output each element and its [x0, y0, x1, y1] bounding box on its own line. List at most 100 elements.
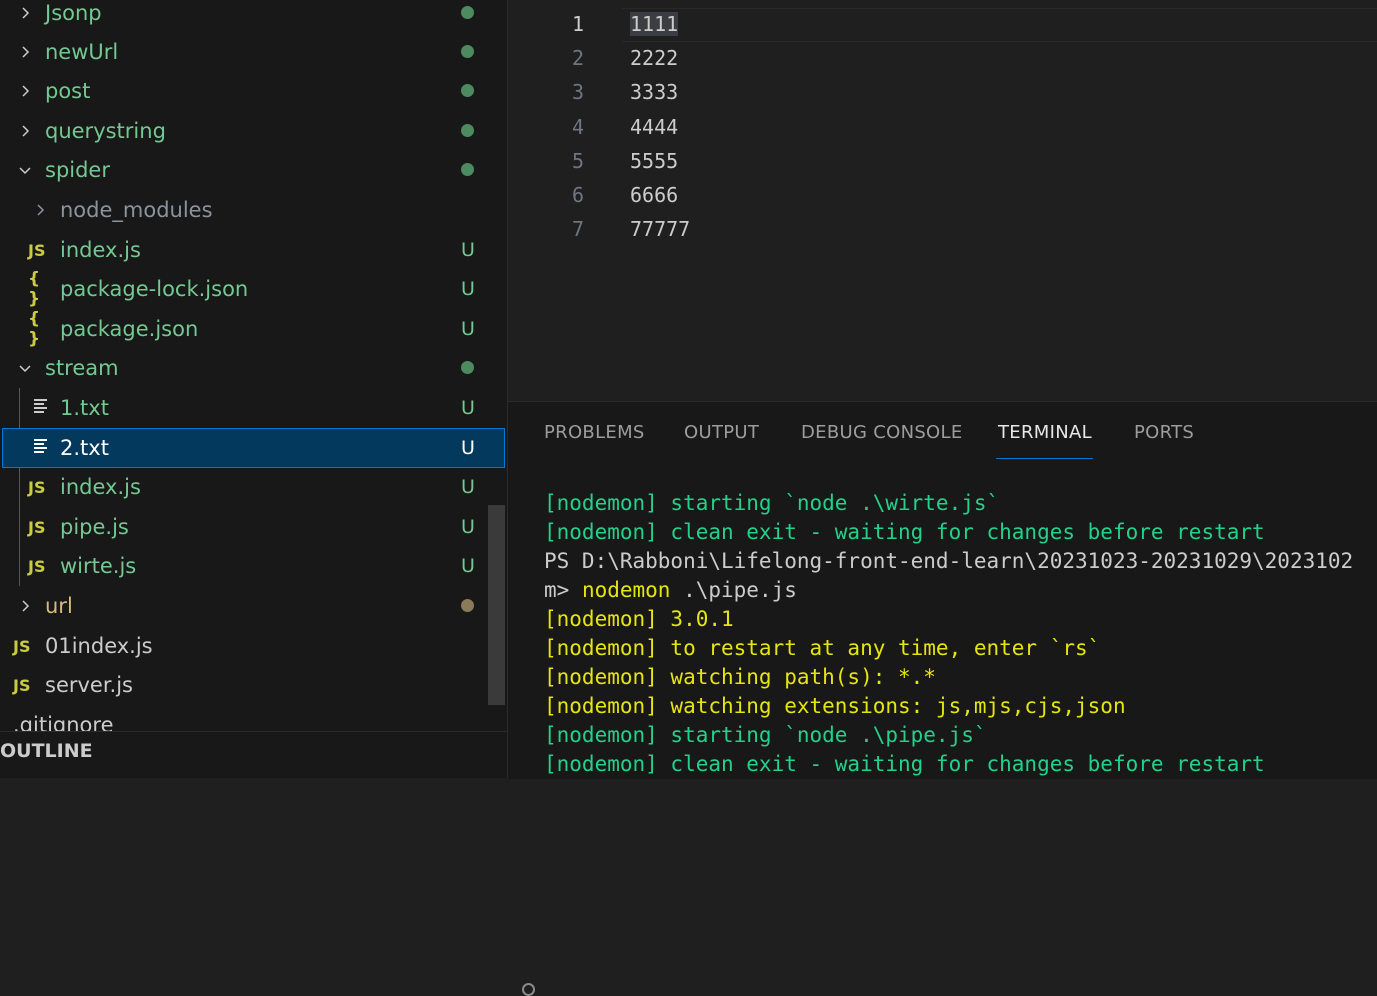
- tree-label: index.js: [60, 475, 141, 499]
- tree-label: Jsonp: [45, 1, 102, 25]
- code-line[interactable]: 77777: [630, 212, 690, 246]
- tree-label: 01index.js: [45, 634, 153, 658]
- chevron-down-icon: [13, 158, 37, 182]
- tab-problems[interactable]: PROBLEMS: [544, 422, 645, 443]
- chevron-right-icon: [13, 79, 37, 103]
- code-line-text: 1111: [630, 12, 679, 36]
- bottom-panel: PROBLEMS OUTPUT DEBUG CONSOLE TERMINAL P…: [508, 401, 1377, 996]
- chevron-right-icon: [13, 119, 37, 143]
- terminal-line: [nodemon] watching extensions: js,mjs,cj…: [544, 694, 1126, 718]
- json-file-icon: { }: [28, 269, 42, 309]
- tree-label: spider: [45, 158, 110, 182]
- code-line[interactable]: 2222: [630, 41, 678, 75]
- active-tab-indicator: [996, 458, 1093, 459]
- tree-folder-spider[interactable]: spider: [0, 151, 507, 189]
- tab-ports[interactable]: PORTS: [1134, 422, 1194, 443]
- tree-label: package.json: [60, 317, 199, 341]
- line-number: 3: [571, 80, 584, 104]
- js-file-icon: JS: [13, 675, 31, 695]
- outline-section-header[interactable]: OUTLINE: [0, 731, 507, 778]
- git-status-badge: U: [461, 516, 475, 538]
- tree-label: newUrl: [45, 40, 119, 64]
- sidebar-scrollbar[interactable]: [488, 505, 505, 705]
- terminal-line: [nodemon] starting `node .\wirte.js`: [544, 491, 1000, 515]
- tree-folder-jsonp[interactable]: Jsonp: [0, 0, 507, 32]
- tree-label: package-lock.json: [60, 277, 249, 301]
- tree-file-2-txt[interactable]: 2.txt U: [2, 428, 505, 468]
- js-file-icon: JS: [28, 477, 46, 497]
- tab-debug-console[interactable]: DEBUG CONSOLE: [801, 422, 963, 443]
- tree-folder-stream[interactable]: stream: [0, 349, 507, 387]
- terminal-line: [nodemon] watching path(s): *.*: [544, 665, 936, 689]
- line-number: 5: [571, 149, 584, 173]
- git-status-badge: U: [461, 239, 475, 261]
- command-name: nodemon: [581, 578, 671, 602]
- tree-label: post: [45, 79, 91, 103]
- chevron-right-icon: [28, 198, 52, 222]
- code-line[interactable]: 1111: [630, 7, 679, 41]
- git-status-badge: U: [461, 476, 475, 498]
- tree-file-spider-index-js[interactable]: JS index.js U: [0, 231, 507, 269]
- js-file-icon: JS: [28, 240, 46, 260]
- tree-file-stream-index-js[interactable]: JS index.js U: [0, 468, 507, 506]
- tree-file-package-lock-json[interactable]: { } package-lock.json U: [0, 269, 507, 309]
- code-line[interactable]: 5555: [630, 144, 678, 178]
- tree-label: stream: [45, 356, 119, 380]
- tree-label: pipe.js: [60, 515, 129, 539]
- chevron-right-icon: [13, 40, 37, 64]
- editor-pane[interactable]: 1 1111 2 2222 3 3333 4 4444 5 5555 6 666…: [508, 0, 1377, 400]
- line-number: 4: [571, 115, 584, 139]
- tree-file-1-txt[interactable]: 1.txt U: [0, 389, 507, 427]
- text-file-icon: [32, 397, 60, 419]
- code-line[interactable]: 6666: [630, 178, 678, 212]
- explorer-sidebar: Jsonp newUrl post querystring spider nod…: [0, 0, 508, 778]
- git-status-dot: [461, 84, 474, 97]
- tree-label: 2.txt: [60, 436, 109, 460]
- code-line[interactable]: 4444: [630, 110, 678, 144]
- git-status-dot: [461, 124, 474, 137]
- tree-file-server-js[interactable]: JS server.js: [0, 666, 507, 704]
- outline-label: OUTLINE: [0, 740, 93, 762]
- tree-folder-node-modules[interactable]: node_modules: [0, 191, 507, 229]
- tab-output[interactable]: OUTPUT: [684, 422, 759, 443]
- terminal-line: [nodemon] starting `node .\pipe.js`: [544, 723, 987, 747]
- current-line-highlight: [622, 8, 1377, 42]
- code-line[interactable]: 3333: [630, 75, 678, 109]
- command-decoration-icon[interactable]: [522, 983, 535, 996]
- tree-file-package-json[interactable]: { } package.json U: [0, 309, 507, 349]
- git-status-badge: U: [461, 278, 475, 300]
- tree-label: server.js: [45, 673, 133, 697]
- tree-folder-querystring[interactable]: querystring: [0, 112, 507, 150]
- git-status-badge: U: [461, 318, 475, 340]
- js-file-icon: JS: [28, 517, 46, 537]
- git-status-badge: U: [461, 437, 475, 459]
- git-status-dot: [461, 361, 474, 374]
- chevron-right-icon: [13, 1, 37, 25]
- tab-terminal[interactable]: TERMINAL: [998, 422, 1092, 443]
- git-status-dot: [461, 6, 474, 19]
- tree-folder-newurl[interactable]: newUrl: [0, 33, 507, 71]
- tree-folder-post[interactable]: post: [0, 72, 507, 110]
- terminal-line: PS D:\Rabboni\Lifelong-front-end-learn\2…: [544, 549, 1354, 573]
- line-number: 1: [571, 12, 584, 36]
- command-args: .\pipe.js: [670, 578, 797, 602]
- line-number: 2: [571, 46, 584, 70]
- git-status-dot: [461, 45, 474, 58]
- tree-label: wirte.js: [60, 554, 137, 578]
- chevron-right-icon: [13, 594, 37, 618]
- git-status-badge: U: [461, 397, 475, 419]
- terminal-line: m> nodemon .\pipe.js: [544, 576, 797, 605]
- tree-folder-url[interactable]: url: [0, 587, 507, 625]
- tree-file-pipe-js[interactable]: JS pipe.js U: [0, 508, 507, 546]
- line-number: 7: [571, 217, 584, 241]
- tree-label: index.js: [60, 238, 141, 262]
- git-status-badge: U: [461, 555, 475, 577]
- tree-label: url: [45, 594, 73, 618]
- prompt-suffix: m>: [544, 578, 582, 602]
- chevron-down-icon: [13, 356, 37, 380]
- tree-file-wirte-js[interactable]: JS wirte.js U: [0, 547, 507, 585]
- tree-file-01index-js[interactable]: JS 01index.js: [0, 627, 507, 665]
- git-status-dot: [461, 163, 474, 176]
- terminal-line: [nodemon] clean exit - waiting for chang…: [544, 752, 1265, 776]
- terminal-line: [nodemon] clean exit - waiting for chang…: [544, 520, 1265, 544]
